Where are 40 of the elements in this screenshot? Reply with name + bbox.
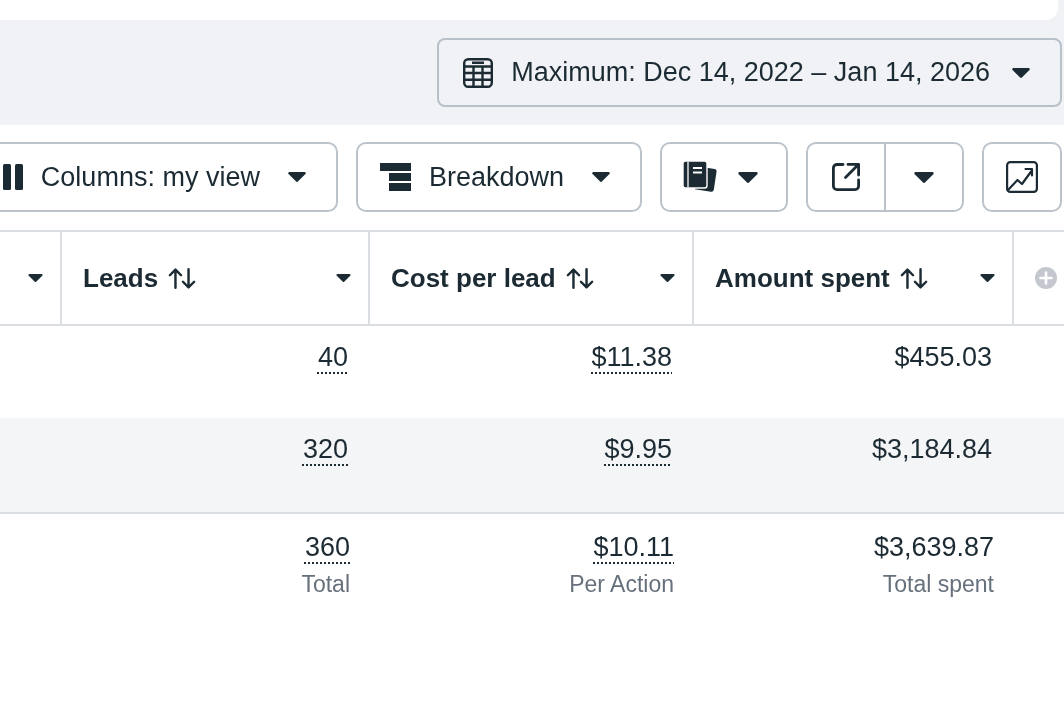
- breakdown-button[interactable]: Breakdown: [355, 142, 642, 212]
- calendar-icon: [463, 57, 494, 88]
- caret-icon: [287, 172, 306, 182]
- table-cell-text: $3,184.84: [870, 433, 993, 466]
- export-button[interactable]: [806, 142, 886, 212]
- table-cell[interactable]: $9.95: [370, 418, 694, 512]
- external-link-icon: [831, 162, 861, 192]
- total-value[interactable]: 360: [304, 531, 350, 563]
- table-cell[interactable]: $11.38: [370, 326, 694, 418]
- caret-icon: [592, 172, 610, 182]
- breakdown-icon: [379, 163, 411, 191]
- caret-icon: [1012, 67, 1030, 78]
- total-value[interactable]: $10.11: [593, 531, 674, 563]
- caret-icon[interactable]: [980, 274, 995, 282]
- total-label: Total: [301, 570, 350, 598]
- date-range-button[interactable]: Maximum: Dec 14, 2022 – Jan 14, 2026: [437, 38, 1062, 107]
- reports-button[interactable]: [660, 142, 788, 212]
- caret-icon: [914, 171, 934, 183]
- columns-button[interactable]: Columns: my view: [0, 142, 338, 212]
- column-header[interactable]: Cost per lead: [370, 232, 694, 324]
- caret-icon[interactable]: [336, 274, 351, 282]
- table-cell[interactable]: 320: [62, 418, 370, 512]
- total-label: Per Action: [569, 570, 674, 598]
- caret-icon: [738, 171, 758, 183]
- chart-button[interactable]: [982, 142, 1062, 212]
- sort-icon[interactable]: [565, 266, 594, 290]
- caret-icon[interactable]: [660, 274, 675, 282]
- caret-icon[interactable]: [28, 274, 43, 282]
- sort-icon[interactable]: [168, 266, 197, 290]
- total-label: Total spent: [882, 570, 994, 598]
- export-menu-button[interactable]: [886, 142, 964, 212]
- column-header[interactable]: Leads: [62, 232, 370, 324]
- sort-icon[interactable]: [899, 266, 928, 290]
- columns-icon: [2, 164, 23, 190]
- column-header[interactable]: Amount spent: [694, 232, 1014, 324]
- total-value: $3,639.87: [873, 531, 994, 563]
- documents-icon: [683, 161, 717, 193]
- trend-chart-icon: [1006, 161, 1038, 193]
- table-cell[interactable]: 40: [62, 326, 370, 418]
- table-cell-text: $455.03: [893, 341, 993, 374]
